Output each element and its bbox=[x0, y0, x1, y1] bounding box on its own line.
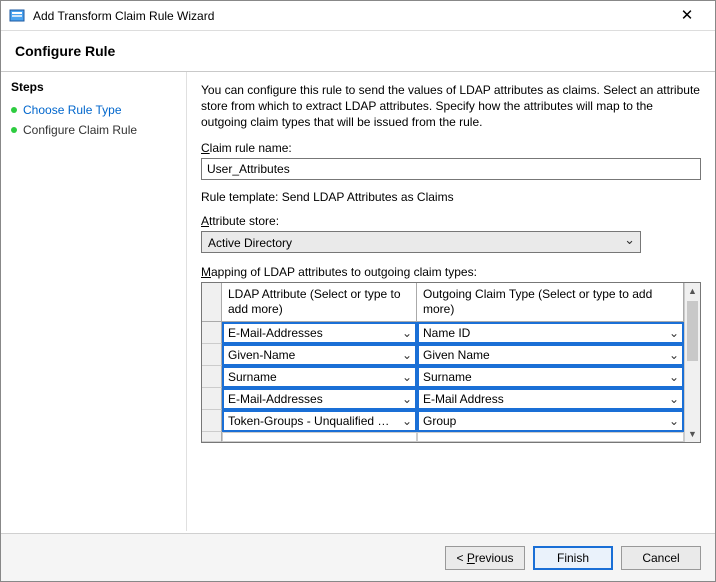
outgoing-claim-value: Name ID bbox=[419, 326, 666, 340]
chevron-down-icon: ⌄ bbox=[399, 348, 415, 362]
wizard-header: Configure Rule bbox=[1, 31, 715, 71]
description-text: You can configure this rule to send the … bbox=[201, 82, 701, 131]
step-status-icon bbox=[11, 127, 17, 133]
grid-header: LDAP Attribute (Select or type to add mo… bbox=[202, 283, 684, 322]
step-choose-rule-type[interactable]: Choose Rule Type bbox=[11, 100, 176, 120]
row-selector[interactable] bbox=[202, 322, 222, 344]
cancel-button[interactable]: Cancel bbox=[621, 546, 701, 570]
outgoing-claim-value: Surname bbox=[419, 370, 666, 384]
step-label: Configure Claim Rule bbox=[23, 123, 137, 137]
row-selector[interactable] bbox=[202, 432, 222, 442]
ldap-attribute-cell[interactable] bbox=[222, 432, 417, 442]
step-label: Choose Rule Type bbox=[23, 103, 122, 117]
outgoing-claim-cell[interactable]: Surname⌄ bbox=[417, 366, 684, 388]
chevron-down-icon: ⌄ bbox=[666, 414, 682, 428]
outgoing-claim-value: E-Mail Address bbox=[419, 392, 666, 406]
finish-button[interactable]: Finish bbox=[533, 546, 613, 570]
app-icon bbox=[9, 8, 25, 24]
ldap-attribute-value: Given-Name bbox=[224, 348, 399, 362]
step-status-icon bbox=[11, 107, 17, 113]
mapping-grid: LDAP Attribute (Select or type to add mo… bbox=[201, 282, 701, 443]
chevron-down-icon: ⌄ bbox=[399, 326, 415, 340]
ldap-attribute-cell[interactable]: Given-Name⌄ bbox=[222, 344, 417, 366]
table-row: Token-Groups - Unqualified Names⌄Group⌄ bbox=[202, 410, 684, 432]
close-icon: ✕ bbox=[681, 7, 694, 24]
outgoing-claim-cell[interactable]: Group⌄ bbox=[417, 410, 684, 432]
ldap-attribute-value: Token-Groups - Unqualified Names bbox=[224, 414, 399, 428]
ldap-attribute-value: E-Mail-Addresses bbox=[224, 326, 399, 340]
rule-template-label: Rule template: Send LDAP Attributes as C… bbox=[201, 190, 701, 204]
row-selector[interactable] bbox=[202, 366, 222, 388]
attribute-store-select[interactable]: Active Directory bbox=[201, 231, 641, 253]
table-row bbox=[202, 432, 684, 442]
chevron-down-icon: ⌄ bbox=[399, 414, 415, 428]
col-header-claim: Outgoing Claim Type (Select or type to a… bbox=[417, 283, 684, 321]
table-row: Given-Name⌄Given Name⌄ bbox=[202, 344, 684, 366]
titlebar: Add Transform Claim Rule Wizard ✕ bbox=[1, 1, 715, 31]
ldap-attribute-value: Surname bbox=[224, 370, 399, 384]
mapping-label: Mapping of LDAP attributes to outgoing c… bbox=[201, 265, 701, 279]
chevron-down-icon: ⌄ bbox=[666, 370, 682, 384]
wizard-footer: < Previous Finish Cancel bbox=[1, 533, 715, 581]
ldap-attribute-value: E-Mail-Addresses bbox=[224, 392, 399, 406]
chevron-down-icon: ⌄ bbox=[666, 326, 682, 340]
scroll-up-icon: ▲ bbox=[685, 283, 700, 299]
vertical-scrollbar[interactable]: ▲ ▼ bbox=[684, 283, 700, 442]
row-selector[interactable] bbox=[202, 344, 222, 366]
outgoing-claim-cell[interactable]: Name ID⌄ bbox=[417, 322, 684, 344]
outgoing-claim-cell[interactable]: E-Mail Address⌄ bbox=[417, 388, 684, 410]
chevron-down-icon: ⌄ bbox=[666, 348, 682, 362]
col-header-ldap: LDAP Attribute (Select or type to add mo… bbox=[222, 283, 417, 321]
main-panel: You can configure this rule to send the … bbox=[187, 72, 715, 531]
scroll-thumb[interactable] bbox=[687, 301, 698, 361]
row-selector[interactable] bbox=[202, 410, 222, 432]
row-selector[interactable] bbox=[202, 388, 222, 410]
ldap-attribute-cell[interactable]: Surname⌄ bbox=[222, 366, 417, 388]
outgoing-claim-cell[interactable] bbox=[417, 432, 684, 442]
attribute-store-label: Attribute store: bbox=[201, 214, 701, 228]
chevron-down-icon: ⌄ bbox=[399, 392, 415, 406]
chevron-down-icon: ⌄ bbox=[399, 370, 415, 384]
outgoing-claim-cell[interactable]: Given Name⌄ bbox=[417, 344, 684, 366]
previous-button[interactable]: < Previous bbox=[445, 546, 525, 570]
claim-rule-name-label: Claim rule name: bbox=[201, 141, 701, 155]
ldap-attribute-cell[interactable]: Token-Groups - Unqualified Names⌄ bbox=[222, 410, 417, 432]
table-row: Surname⌄Surname⌄ bbox=[202, 366, 684, 388]
attribute-store-value: Active Directory bbox=[201, 231, 641, 253]
steps-heading: Steps bbox=[11, 80, 176, 94]
outgoing-claim-value: Group bbox=[419, 414, 666, 428]
window-title: Add Transform Claim Rule Wizard bbox=[33, 9, 667, 23]
step-configure-claim-rule[interactable]: Configure Claim Rule bbox=[11, 120, 176, 140]
chevron-down-icon: ⌄ bbox=[666, 392, 682, 406]
row-selector-header bbox=[202, 283, 222, 321]
wizard-body: Steps Choose Rule Type Configure Claim R… bbox=[1, 72, 715, 531]
page-title: Configure Rule bbox=[15, 43, 701, 59]
steps-sidebar: Steps Choose Rule Type Configure Claim R… bbox=[1, 72, 187, 531]
close-button[interactable]: ✕ bbox=[667, 2, 707, 30]
outgoing-claim-value: Given Name bbox=[419, 348, 666, 362]
ldap-attribute-cell[interactable]: E-Mail-Addresses⌄ bbox=[222, 388, 417, 410]
claim-rule-name-input[interactable] bbox=[201, 158, 701, 180]
scroll-down-icon: ▼ bbox=[685, 426, 700, 442]
grid-body: E-Mail-Addresses⌄Name ID⌄Given-Name⌄Give… bbox=[202, 322, 684, 442]
table-row: E-Mail-Addresses⌄Name ID⌄ bbox=[202, 322, 684, 344]
ldap-attribute-cell[interactable]: E-Mail-Addresses⌄ bbox=[222, 322, 417, 344]
table-row: E-Mail-Addresses⌄E-Mail Address⌄ bbox=[202, 388, 684, 410]
